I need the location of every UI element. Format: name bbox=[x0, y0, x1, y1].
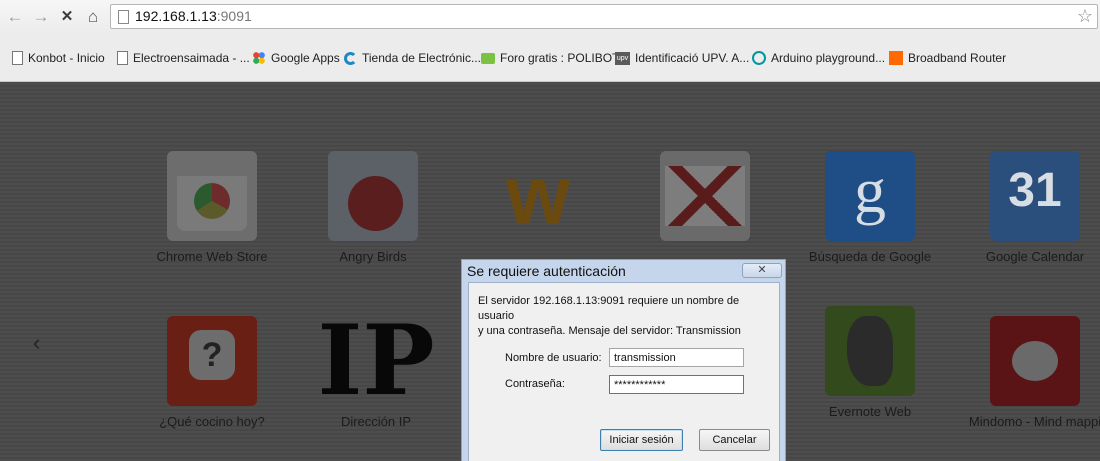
app-w[interactable]: w bbox=[468, 151, 608, 241]
tienda-icon bbox=[344, 51, 357, 65]
google-search-icon: g bbox=[825, 151, 915, 241]
page-icon bbox=[117, 51, 128, 65]
dialog-title: Se requiere autenticación bbox=[467, 263, 626, 279]
angry-bird-icon bbox=[328, 151, 418, 241]
orange-square-icon bbox=[889, 51, 903, 65]
app-label: Angry Birds bbox=[339, 249, 407, 264]
star-icon[interactable]: ☆ bbox=[1077, 6, 1093, 27]
gmail-envelope-icon bbox=[660, 151, 750, 241]
bookmark-google-apps[interactable]: Google Apps bbox=[252, 49, 340, 67]
app-gmail[interactable] bbox=[635, 151, 775, 241]
app-chrome-web-store[interactable]: Chrome Web Store bbox=[142, 151, 282, 264]
app-direccion-ip[interactable]: IP Dirección IP bbox=[306, 304, 446, 430]
back-arrow-icon[interactable]: ← bbox=[4, 6, 26, 28]
cancel-button[interactable]: Cancelar bbox=[699, 429, 770, 451]
bookmarks-bar: Konbot - Inicio Electroensaimada - ... G… bbox=[0, 34, 1100, 82]
app-label: Evernote Web bbox=[828, 404, 912, 419]
calendar-icon: 31 bbox=[990, 151, 1080, 241]
chrome-web-store-icon bbox=[167, 151, 257, 241]
ip-icon: IP bbox=[317, 304, 435, 417]
url-text[interactable]: 192.168.1.13:9091 bbox=[135, 8, 252, 24]
message-line: y una contraseña. Mensaje del servidor: … bbox=[478, 325, 741, 337]
stop-icon[interactable]: ✕ bbox=[56, 6, 78, 28]
w-letter-icon: w bbox=[506, 150, 570, 241]
app-label: Mindomo - Mind mappi bbox=[968, 414, 1100, 429]
bookmark-tienda[interactable]: Tienda de Electrónic... bbox=[344, 49, 481, 67]
home-icon[interactable]: ⌂ bbox=[82, 6, 104, 28]
upv-icon: upv bbox=[615, 51, 630, 65]
bookmark-electroensaimada[interactable]: Electroensaimada - ... bbox=[117, 49, 250, 67]
bookmark-foro[interactable]: Foro gratis : POLIBOT bbox=[481, 49, 619, 67]
app-label: ¿Qué cocino hoy? bbox=[159, 414, 265, 429]
chef-hat-question-icon bbox=[167, 316, 257, 406]
username-label: Nombre de usuario: bbox=[505, 352, 602, 364]
page-icon bbox=[118, 10, 129, 24]
app-label: Google Calendar bbox=[985, 249, 1085, 264]
auth-dialog: Se requiere autenticación ✕ El servidor … bbox=[461, 259, 786, 461]
address-bar[interactable]: 192.168.1.13:9091 ☆ bbox=[110, 4, 1098, 29]
app-label: Chrome Web Store bbox=[156, 249, 268, 264]
arduino-icon bbox=[752, 51, 766, 65]
app-google-search[interactable]: g Búsqueda de Google bbox=[800, 151, 940, 264]
evernote-elephant-icon bbox=[825, 306, 915, 396]
chevron-left-icon[interactable]: ‹ bbox=[33, 330, 40, 356]
close-icon[interactable]: ✕ bbox=[742, 263, 782, 278]
bookmark-konbot[interactable]: Konbot - Inicio bbox=[12, 49, 105, 67]
google-apps-icon bbox=[252, 51, 266, 65]
browser-toolbar: ← → ✕ ⌂ 192.168.1.13:9091 ☆ bbox=[0, 0, 1100, 34]
bookmark-upv[interactable]: upv Identificació UPV. A... bbox=[615, 49, 749, 67]
app-que-cocino-hoy[interactable]: ¿Qué cocino hoy? bbox=[142, 316, 282, 429]
password-input[interactable] bbox=[609, 375, 744, 394]
app-mindomo[interactable]: Mindomo - Mind mappi bbox=[965, 316, 1100, 429]
username-input[interactable] bbox=[609, 348, 744, 367]
app-google-calendar[interactable]: 31 Google Calendar bbox=[965, 151, 1100, 264]
login-button[interactable]: Iniciar sesión bbox=[600, 429, 683, 451]
speech-bubble-icon bbox=[481, 52, 495, 64]
forward-arrow-icon[interactable]: → bbox=[30, 6, 52, 28]
bookmark-broadband-router[interactable]: Broadband Router bbox=[889, 49, 1006, 67]
dialog-body: El servidor 192.168.1.13:9091 requiere u… bbox=[468, 282, 780, 461]
dialog-titlebar[interactable]: Se requiere autenticación ✕ bbox=[462, 260, 785, 282]
app-evernote[interactable]: Evernote Web bbox=[800, 306, 940, 419]
app-angry-birds[interactable]: Angry Birds bbox=[303, 143, 443, 264]
page-icon bbox=[12, 51, 23, 65]
message-line: El servidor 192.168.1.13:9091 requiere u… bbox=[478, 295, 740, 322]
bookmark-arduino[interactable]: Arduino playground... bbox=[752, 49, 885, 67]
browser-window: ← → ✕ ⌂ 192.168.1.13:9091 ☆ Konbot - Ini… bbox=[0, 0, 1100, 461]
mindomo-icon bbox=[990, 316, 1080, 406]
app-label: Búsqueda de Google bbox=[808, 249, 932, 264]
dialog-message: El servidor 192.168.1.13:9091 requiere u… bbox=[478, 294, 778, 339]
password-label: Contraseña: bbox=[505, 378, 565, 390]
